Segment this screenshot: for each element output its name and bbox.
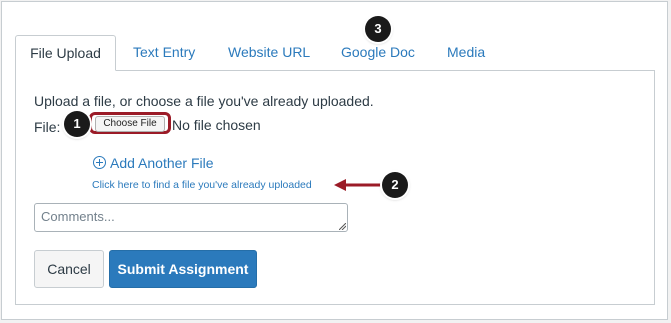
upload-instructions: Upload a file, or choose a file you've a… [34, 93, 374, 109]
submission-tabs: File Upload Text Entry Website URL Googl… [15, 35, 655, 71]
choose-file-button[interactable]: Choose File [95, 116, 165, 132]
find-uploaded-file-link[interactable]: Click here to find a file you've already… [92, 179, 312, 191]
add-another-file-link[interactable]: Add Another File [93, 155, 214, 171]
add-another-file-label: Add Another File [110, 155, 214, 171]
callout-arrow-icon [334, 179, 382, 191]
plus-circle-icon [93, 156, 106, 169]
file-status: No file chosen [172, 117, 261, 133]
callout-badge-2: 2 [382, 172, 408, 198]
tab-media[interactable]: Media [447, 35, 485, 70]
cancel-button[interactable]: Cancel [34, 250, 104, 288]
comments-field[interactable] [34, 203, 348, 232]
callout-badge-3: 3 [365, 16, 391, 42]
file-label: File: [34, 119, 61, 135]
tab-text-entry[interactable]: Text Entry [133, 35, 195, 70]
callout-badge-1: 1 [64, 111, 90, 137]
tab-website-url[interactable]: Website URL [228, 35, 310, 70]
tab-file-upload[interactable]: File Upload [15, 35, 116, 71]
resize-handle-icon[interactable] [339, 223, 346, 230]
submit-assignment-button[interactable]: Submit Assignment [109, 250, 257, 288]
